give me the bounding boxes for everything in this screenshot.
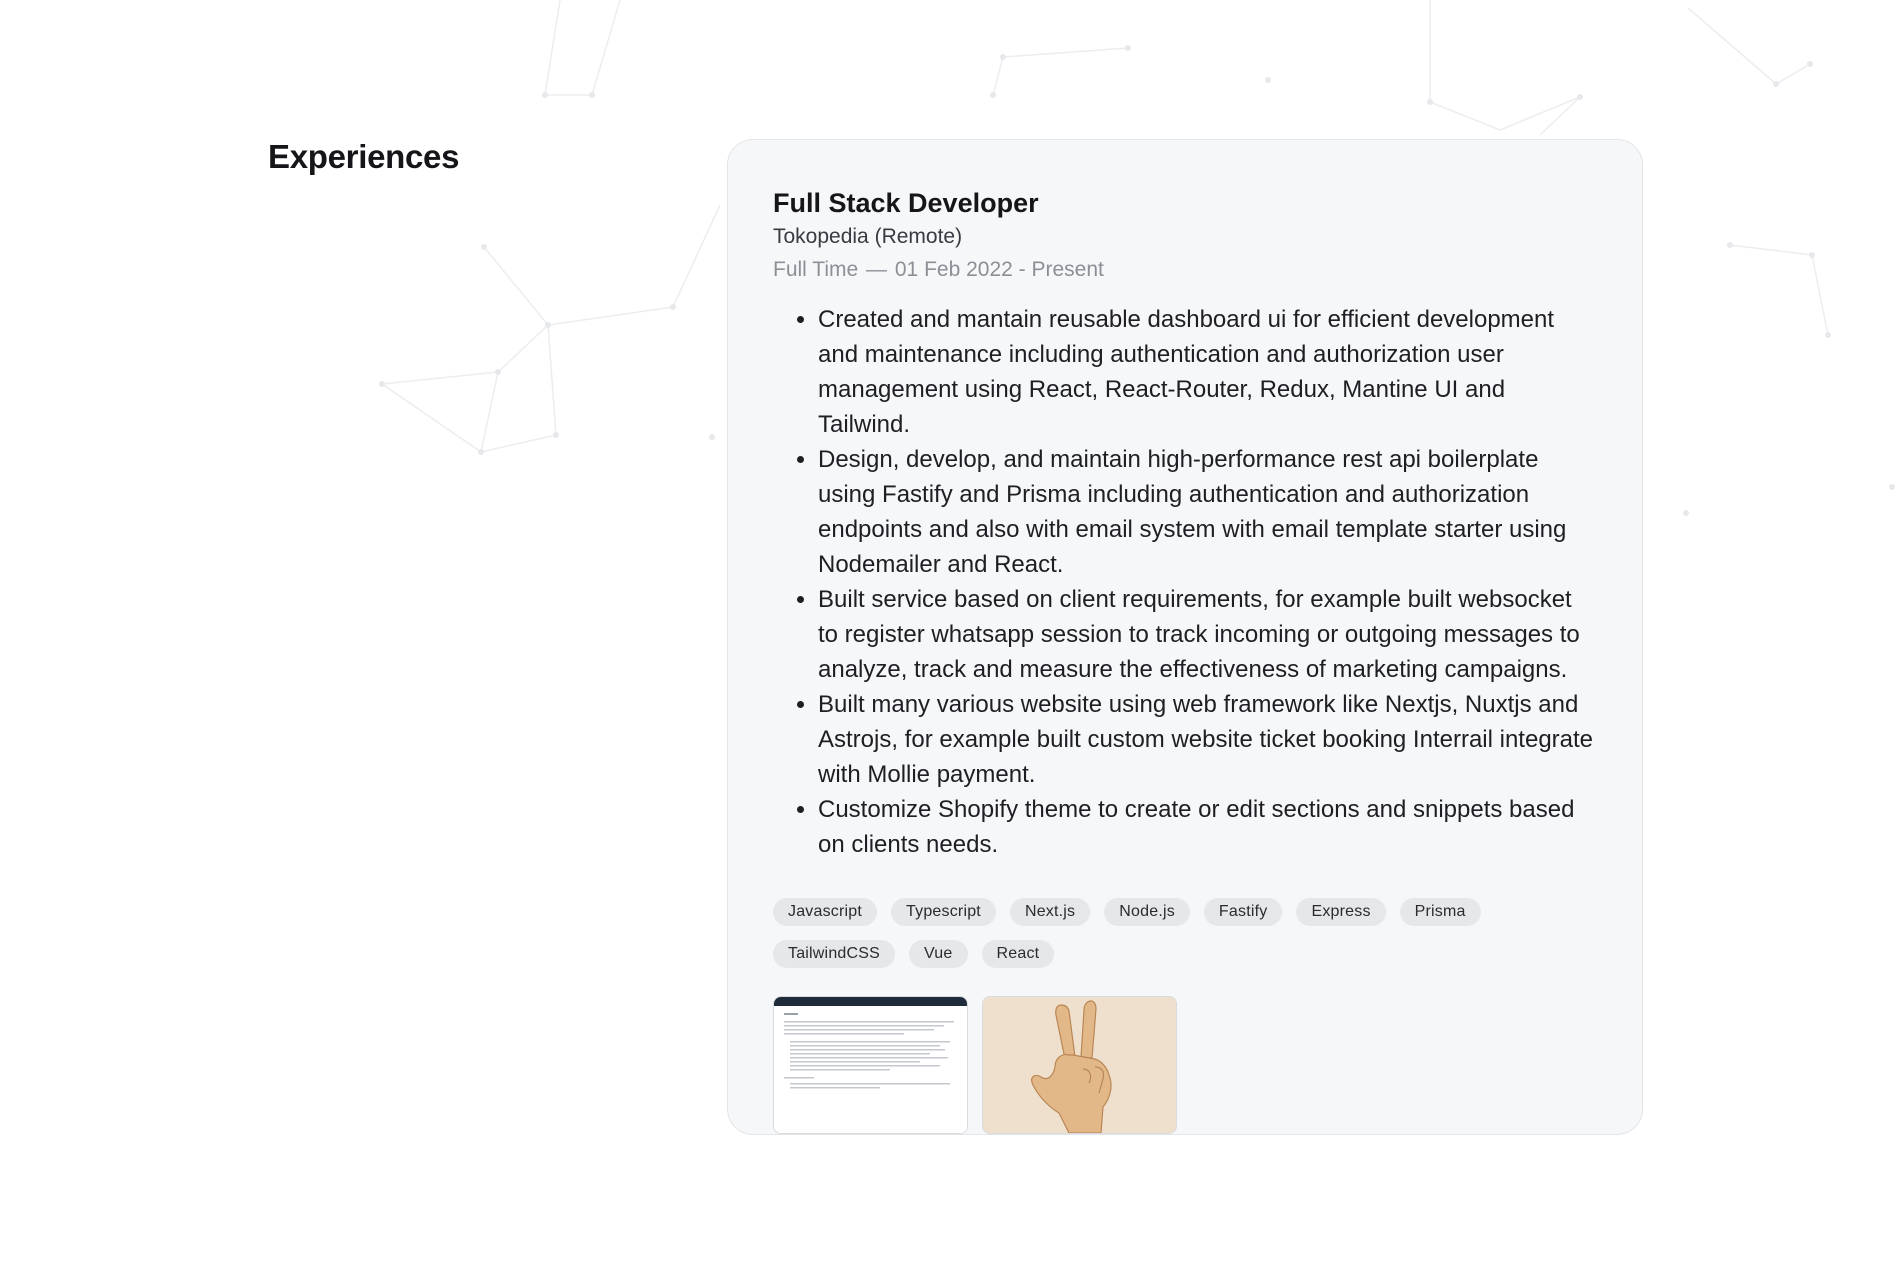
meta-separator: — xyxy=(866,257,888,281)
responsibility-item: Customize Shopify theme to create or edi… xyxy=(818,792,1598,862)
employment-type: Full Time xyxy=(773,257,859,281)
document-preview-image xyxy=(774,997,967,1134)
tag-react: React xyxy=(981,940,1055,969)
company-name: Tokopedia (Remote) xyxy=(773,225,963,249)
responsibility-item: Design, develop, and maintain high-perfo… xyxy=(818,442,1598,582)
tag-nodejs: Node.js xyxy=(1104,898,1190,927)
employment-period: 01 Feb 2022 - Present xyxy=(894,257,1104,281)
tag-typescript: Typescript xyxy=(891,898,996,927)
responsibility-item: Created and mantain reusable dashboard u… xyxy=(818,302,1598,442)
responsibility-item: Built service based on client requiremen… xyxy=(818,582,1598,687)
hand-thumbnail[interactable] xyxy=(982,996,1177,1135)
section-title: Experiences xyxy=(268,138,460,175)
tag-express: Express xyxy=(1296,898,1386,927)
tag-javascript: Javascript xyxy=(773,898,878,927)
job-title: Full Stack Developer xyxy=(773,188,1039,218)
tag-prisma: Prisma xyxy=(1399,898,1481,927)
peace-hand-icon xyxy=(983,997,1176,1134)
tag-nextjs: Next.js xyxy=(1009,898,1091,927)
tag-fastify: Fastify xyxy=(1203,898,1283,927)
experience-card: Full Stack Developer Tokopedia (Remote) … xyxy=(727,139,1643,1135)
document-thumbnail[interactable] xyxy=(773,996,968,1135)
tag-tailwindcss: TailwindCSS xyxy=(773,940,896,969)
responsibility-item: Built many various website using web fra… xyxy=(818,687,1598,792)
tech-tags: Javascript Typescript Next.js Node.js Fa… xyxy=(773,898,1573,969)
employment-meta: Full Time — 01 Feb 2022 - Present xyxy=(773,256,1598,284)
tag-vue: Vue xyxy=(909,940,968,969)
responsibilities-list: Created and mantain reusable dashboard u… xyxy=(773,302,1598,862)
project-thumbnails xyxy=(773,996,1598,1135)
